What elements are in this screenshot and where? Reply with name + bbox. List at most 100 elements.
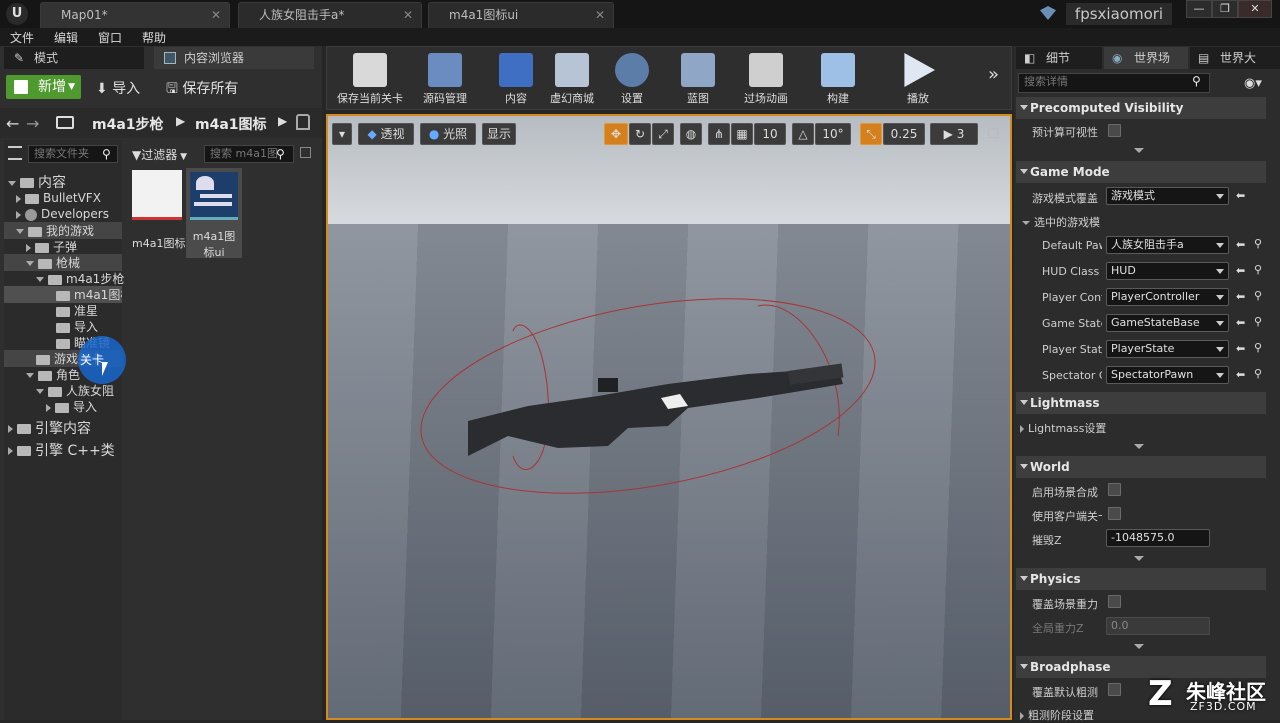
more-icon[interactable]: » xyxy=(988,64,999,85)
tree-item[interactable]: 引擎 C++类 xyxy=(8,440,115,460)
tab-character[interactable]: 人族女阻击手a* ✕ xyxy=(238,2,422,28)
maximize-viewport-icon[interactable] xyxy=(988,128,998,138)
lighting-button[interactable]: ● 光照 xyxy=(420,123,476,145)
viewport-options-button[interactable]: ▾ xyxy=(332,123,352,145)
override-gravity-checkbox[interactable] xyxy=(1108,595,1121,608)
tab-modes[interactable]: ✎ 模式 xyxy=(4,47,144,69)
reset-arrow-icon[interactable]: ⬅ xyxy=(1236,190,1246,201)
tree-item-selected[interactable]: m4a1图标 xyxy=(4,286,122,303)
tab-m4a1-icon-ui[interactable]: m4a1图标ui ✕ xyxy=(428,2,614,28)
browse-icon[interactable]: ⚲ xyxy=(1254,316,1264,327)
gamemode-override-dropdown[interactable]: 游戏模式 xyxy=(1106,187,1229,205)
reset-arrow-icon[interactable]: ⬅ xyxy=(1236,369,1246,380)
reset-arrow-icon[interactable]: ⬅ xyxy=(1236,343,1246,354)
content-button[interactable]: 内容 xyxy=(488,49,544,107)
browse-icon[interactable]: ⚲ xyxy=(1254,290,1264,301)
expand-chevron-icon[interactable] xyxy=(1134,556,1144,561)
precomputed-visibility-checkbox[interactable] xyxy=(1108,124,1121,137)
rotation-snap-value[interactable]: 10° xyxy=(815,123,851,145)
import-button[interactable]: ⬇ 导入 xyxy=(96,78,140,98)
close-icon[interactable]: ✕ xyxy=(211,3,221,27)
source-control-button[interactable]: 源码管理 xyxy=(414,49,476,107)
asset-thumbnail-widget[interactable] xyxy=(190,172,238,220)
expand-chevron-icon[interactable] xyxy=(1134,148,1144,153)
eye-icon[interactable]: ◉▾ xyxy=(1244,76,1262,91)
section-game-mode[interactable]: Game Mode xyxy=(1016,161,1266,183)
hud-class-dropdown[interactable]: HUD xyxy=(1106,262,1229,280)
world-space-icon[interactable]: ◍ xyxy=(680,123,702,145)
surface-snap-icon[interactable]: ⋔ xyxy=(708,123,730,145)
unreal-logo-icon[interactable]: U xyxy=(6,3,28,25)
player-state-dropdown[interactable]: PlayerState xyxy=(1106,340,1229,358)
scale-snap-value[interactable]: 0.25 xyxy=(883,123,925,145)
tree-item[interactable]: BulletVFX xyxy=(16,191,101,205)
blueprints-button[interactable]: 蓝图 xyxy=(670,49,726,107)
tree-item[interactable]: 子弹 xyxy=(26,238,77,255)
minimize-button[interactable]: — xyxy=(1186,0,1212,18)
breadcrumb-item[interactable]: m4a1图标 xyxy=(195,114,267,134)
reset-arrow-icon[interactable]: ⬅ xyxy=(1236,239,1246,250)
close-icon[interactable]: ✕ xyxy=(403,3,413,27)
close-button[interactable]: ✕ xyxy=(1238,0,1272,18)
default-pawn-dropdown[interactable]: 人族女阻击手a xyxy=(1106,236,1229,254)
tree-item[interactable]: 枪械 xyxy=(4,254,122,271)
rotate-tool-icon[interactable]: ↻ xyxy=(629,123,651,145)
section-broadphase[interactable]: Broadphase xyxy=(1016,656,1266,678)
grid-snap-icon[interactable]: ▦ xyxy=(731,123,753,145)
section-precomputed-visibility[interactable]: Precomputed Visibility xyxy=(1016,97,1266,119)
tree-item[interactable]: 人族女阻 xyxy=(36,382,114,399)
scale-snap-icon[interactable]: ⤡ xyxy=(860,123,882,145)
client-side-streaming-checkbox[interactable] xyxy=(1108,507,1121,520)
section-lightmass[interactable]: Lightmass xyxy=(1016,392,1266,414)
tab-map01[interactable]: Map01* ✕ xyxy=(40,2,230,28)
maximize-button[interactable]: ❐ xyxy=(1212,0,1238,18)
tree-item[interactable]: 导入 xyxy=(46,398,97,415)
prop-group[interactable]: 粗测阶段设置 xyxy=(1020,707,1094,723)
camera-speed-button[interactable]: ▶ 3 xyxy=(930,123,978,145)
browse-icon[interactable]: ⚲ xyxy=(1254,342,1264,353)
section-world[interactable]: World xyxy=(1016,456,1266,478)
sources-toggle-icon[interactable] xyxy=(8,146,22,160)
translate-tool-icon[interactable]: ✥ xyxy=(604,123,628,145)
menu-help[interactable]: 帮助 xyxy=(142,29,166,46)
folder-icon[interactable] xyxy=(56,116,74,129)
reset-arrow-icon[interactable]: ⬅ xyxy=(1236,265,1246,276)
marketplace-button[interactable]: 虚幻商城 xyxy=(544,49,600,107)
scale-tool-icon[interactable]: ⤢ xyxy=(652,123,674,145)
close-icon[interactable]: ✕ xyxy=(595,3,605,27)
tree-item[interactable]: 引擎内容 xyxy=(8,418,91,438)
lock-icon[interactable] xyxy=(296,114,310,130)
kill-z-input[interactable]: -1048575.0 xyxy=(1106,529,1210,547)
tree-item[interactable]: 角色 xyxy=(26,366,80,383)
view-mode-button[interactable]: ◆ 透视 xyxy=(358,123,414,145)
override-broadphase-checkbox[interactable] xyxy=(1108,683,1121,696)
game-state-dropdown[interactable]: GameStateBase xyxy=(1106,314,1229,332)
tree-item[interactable]: 准星 xyxy=(56,302,98,319)
spectator-class-dropdown[interactable]: SpectatorPawn xyxy=(1106,366,1229,384)
reset-arrow-icon[interactable]: ⬅ xyxy=(1236,291,1246,302)
menu-window[interactable]: 窗口 xyxy=(98,29,122,46)
asset-thumbnail-texture[interactable] xyxy=(132,170,182,220)
player-controller-dropdown[interactable]: PlayerController xyxy=(1106,288,1229,306)
tab-world-outliner[interactable]: ▤ 世界大 xyxy=(1190,47,1280,69)
tree-item[interactable]: Developers xyxy=(16,207,109,221)
save-search-icon[interactable] xyxy=(300,147,311,158)
save-level-button[interactable]: 保存当前关卡 xyxy=(330,49,410,107)
tab-world-settings[interactable]: ◉ 世界场 xyxy=(1104,47,1188,69)
section-physics[interactable]: Physics xyxy=(1016,568,1266,590)
tree-item[interactable]: m4a1步枪 xyxy=(36,270,124,287)
add-new-button[interactable]: 新增 ▼ xyxy=(6,75,81,99)
browse-icon[interactable]: ⚲ xyxy=(1254,238,1264,249)
cinematics-button[interactable]: 过场动画 xyxy=(736,49,796,107)
browse-icon[interactable]: ⚲ xyxy=(1254,264,1264,275)
back-arrow-icon[interactable]: ← xyxy=(6,114,19,133)
browse-icon[interactable]: ⚲ xyxy=(1254,368,1264,379)
play-button[interactable]: 播放 xyxy=(890,49,946,107)
breadcrumb-item[interactable]: m4a1步枪 xyxy=(92,114,164,134)
filter-button[interactable]: ▼过滤器 ▼ xyxy=(132,146,198,164)
prop-group[interactable]: Lightmass设置 xyxy=(1020,420,1106,436)
rotation-snap-icon[interactable]: △ xyxy=(792,123,814,145)
menu-file[interactable]: 文件 xyxy=(10,29,34,46)
world-composition-checkbox[interactable] xyxy=(1108,483,1121,496)
expand-chevron-icon[interactable] xyxy=(1134,644,1144,649)
